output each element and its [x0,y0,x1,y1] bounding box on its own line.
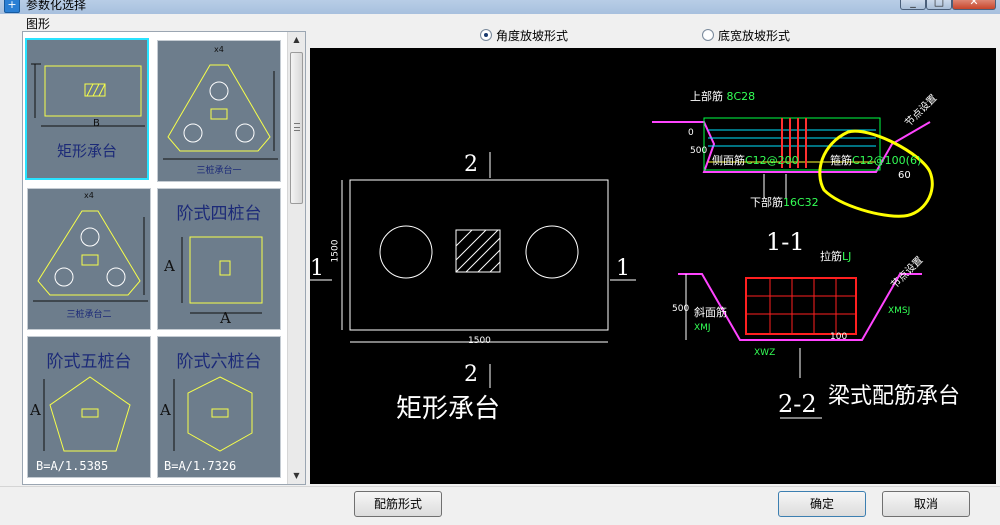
sec1-label: 1-1 [766,228,805,256]
sec2-xmsj: XMSJ [888,306,911,316]
minimize-button[interactable]: _ [900,0,926,10]
shape-group-label: 图形 [26,17,51,31]
maximize-icon: □ [933,0,945,8]
preview-title-right: 梁式配筋承台 [828,384,961,409]
sec2-slope-bar: 斜面筋 XMJ [694,306,727,333]
thumb-three-pile-1-dim: x4 [214,45,224,54]
radio-width-slope[interactable] [702,29,714,41]
thumb-rect-cap-title: 矩形承台 [56,142,117,160]
radio-angle-slope[interactable] [480,29,492,41]
thumb-rect-cap[interactable]: B 矩形承台 [25,38,149,180]
thumb-step-four-side: A [164,257,175,275]
plan-sec-right: 1 [616,256,630,281]
thumb-three-pile-cap-2[interactable]: x4 三桩承台二 [27,188,151,330]
thumb-step-six-pile[interactable]: 阶式六桩台 A B=A/1.7326 [157,336,281,478]
minimize-icon: _ [910,0,916,8]
preview-title-left: 矩形承台 [396,394,501,424]
sec2-tie-bar: 拉筋LJ [820,250,852,263]
step-six-pile-diagram [173,376,253,452]
maximize-button[interactable]: □ [926,0,952,10]
scroll-down-icon[interactable]: ▼ [288,468,305,484]
thumb-step-five-pile[interactable]: 阶式五桩台 A B=A/1.5385 [27,336,151,478]
option-width-slope[interactable]: 底宽放坡形式 [702,26,790,44]
radio-width-slope-label: 底宽放坡形式 [718,28,791,43]
window-title: 参数化选择 [26,0,87,12]
plan-width-label: 1500 [468,336,491,346]
cancel-button[interactable]: 取消 [882,491,970,517]
thumb-rect-cap-dim: B [93,118,100,129]
three-pile-cap-1-diagram [163,64,278,160]
plan-sec-left: 1 [310,256,324,281]
preview-canvas: 2 2 1 1 1500 1500 矩形承台 上部筋 8C28 侧面筋C12@2… [310,48,996,484]
sec1-stirrup: 箍筋C12@100(6) [830,154,922,167]
bottom-divider [0,486,1000,487]
thumb-step-four-pile[interactable]: 阶式四桩台 A A [157,188,281,330]
sec1-side-bar: 侧面筋C12@200 [712,154,799,167]
step-five-pile-diagram [43,376,131,452]
sec1-angle: 60 [898,170,911,181]
thumb-three-pile-2-dim: x4 [84,191,94,200]
close-icon: ✕ [969,0,979,8]
plan-sec-bottom: 2 [464,362,478,387]
sec1-dim-b: 500 [690,146,708,156]
close-button[interactable]: ✕ [952,0,996,10]
sec2-xwz: XWZ [754,348,776,358]
sec1-dim-a: 0 [688,128,694,138]
option-angle-slope[interactable]: 角度放坡形式 [480,26,568,44]
thumb-three-pile-cap-1[interactable]: x4 三桩承台一 [157,40,281,182]
plan-sec-top: 2 [464,152,478,177]
sec2-dim-100: 100 [830,332,848,342]
sec1-bottom-bar: 下部筋16C32 [750,196,819,209]
thumb-three-pile-cap-2-title: 三桩承台二 [66,310,112,320]
scroll-thumb[interactable] [290,52,303,204]
shape-list: B 矩形承台 x4 三桩承台一 x4 三桩承台二 阶式四桩台 A A 阶式五桩台… [22,31,306,485]
thumb-step-six-side: A [160,401,171,419]
sec1-top-bar: 上部筋 8C28 [690,90,756,103]
thumb-three-pile-cap-1-title: 三桩承台一 [196,166,242,176]
sec2-label: 2-2 [778,390,817,418]
thumb-step-five-side: A [30,401,41,419]
plan-height-label: 1500 [330,239,341,263]
scroll-up-icon[interactable]: ▲ [288,32,305,48]
thumb-step-five-formula: B=A/1.5385 [36,459,109,473]
thumb-step-four-bottom: A [220,309,231,327]
ok-button[interactable]: 确定 [778,491,866,517]
sec2-dim-500: 500 [672,304,690,314]
radio-angle-slope-label: 角度放坡形式 [496,28,569,43]
title-bar: + 参数化选择 _ □ ✕ [0,0,1000,14]
rebar-form-button[interactable]: 配筋形式 [354,491,442,517]
grip-icon [294,123,300,131]
thumb-step-six-formula: B=A/1.7326 [164,459,237,473]
app-icon: + [4,0,20,13]
shape-list-scrollbar[interactable]: ▲ ▼ [287,32,305,484]
